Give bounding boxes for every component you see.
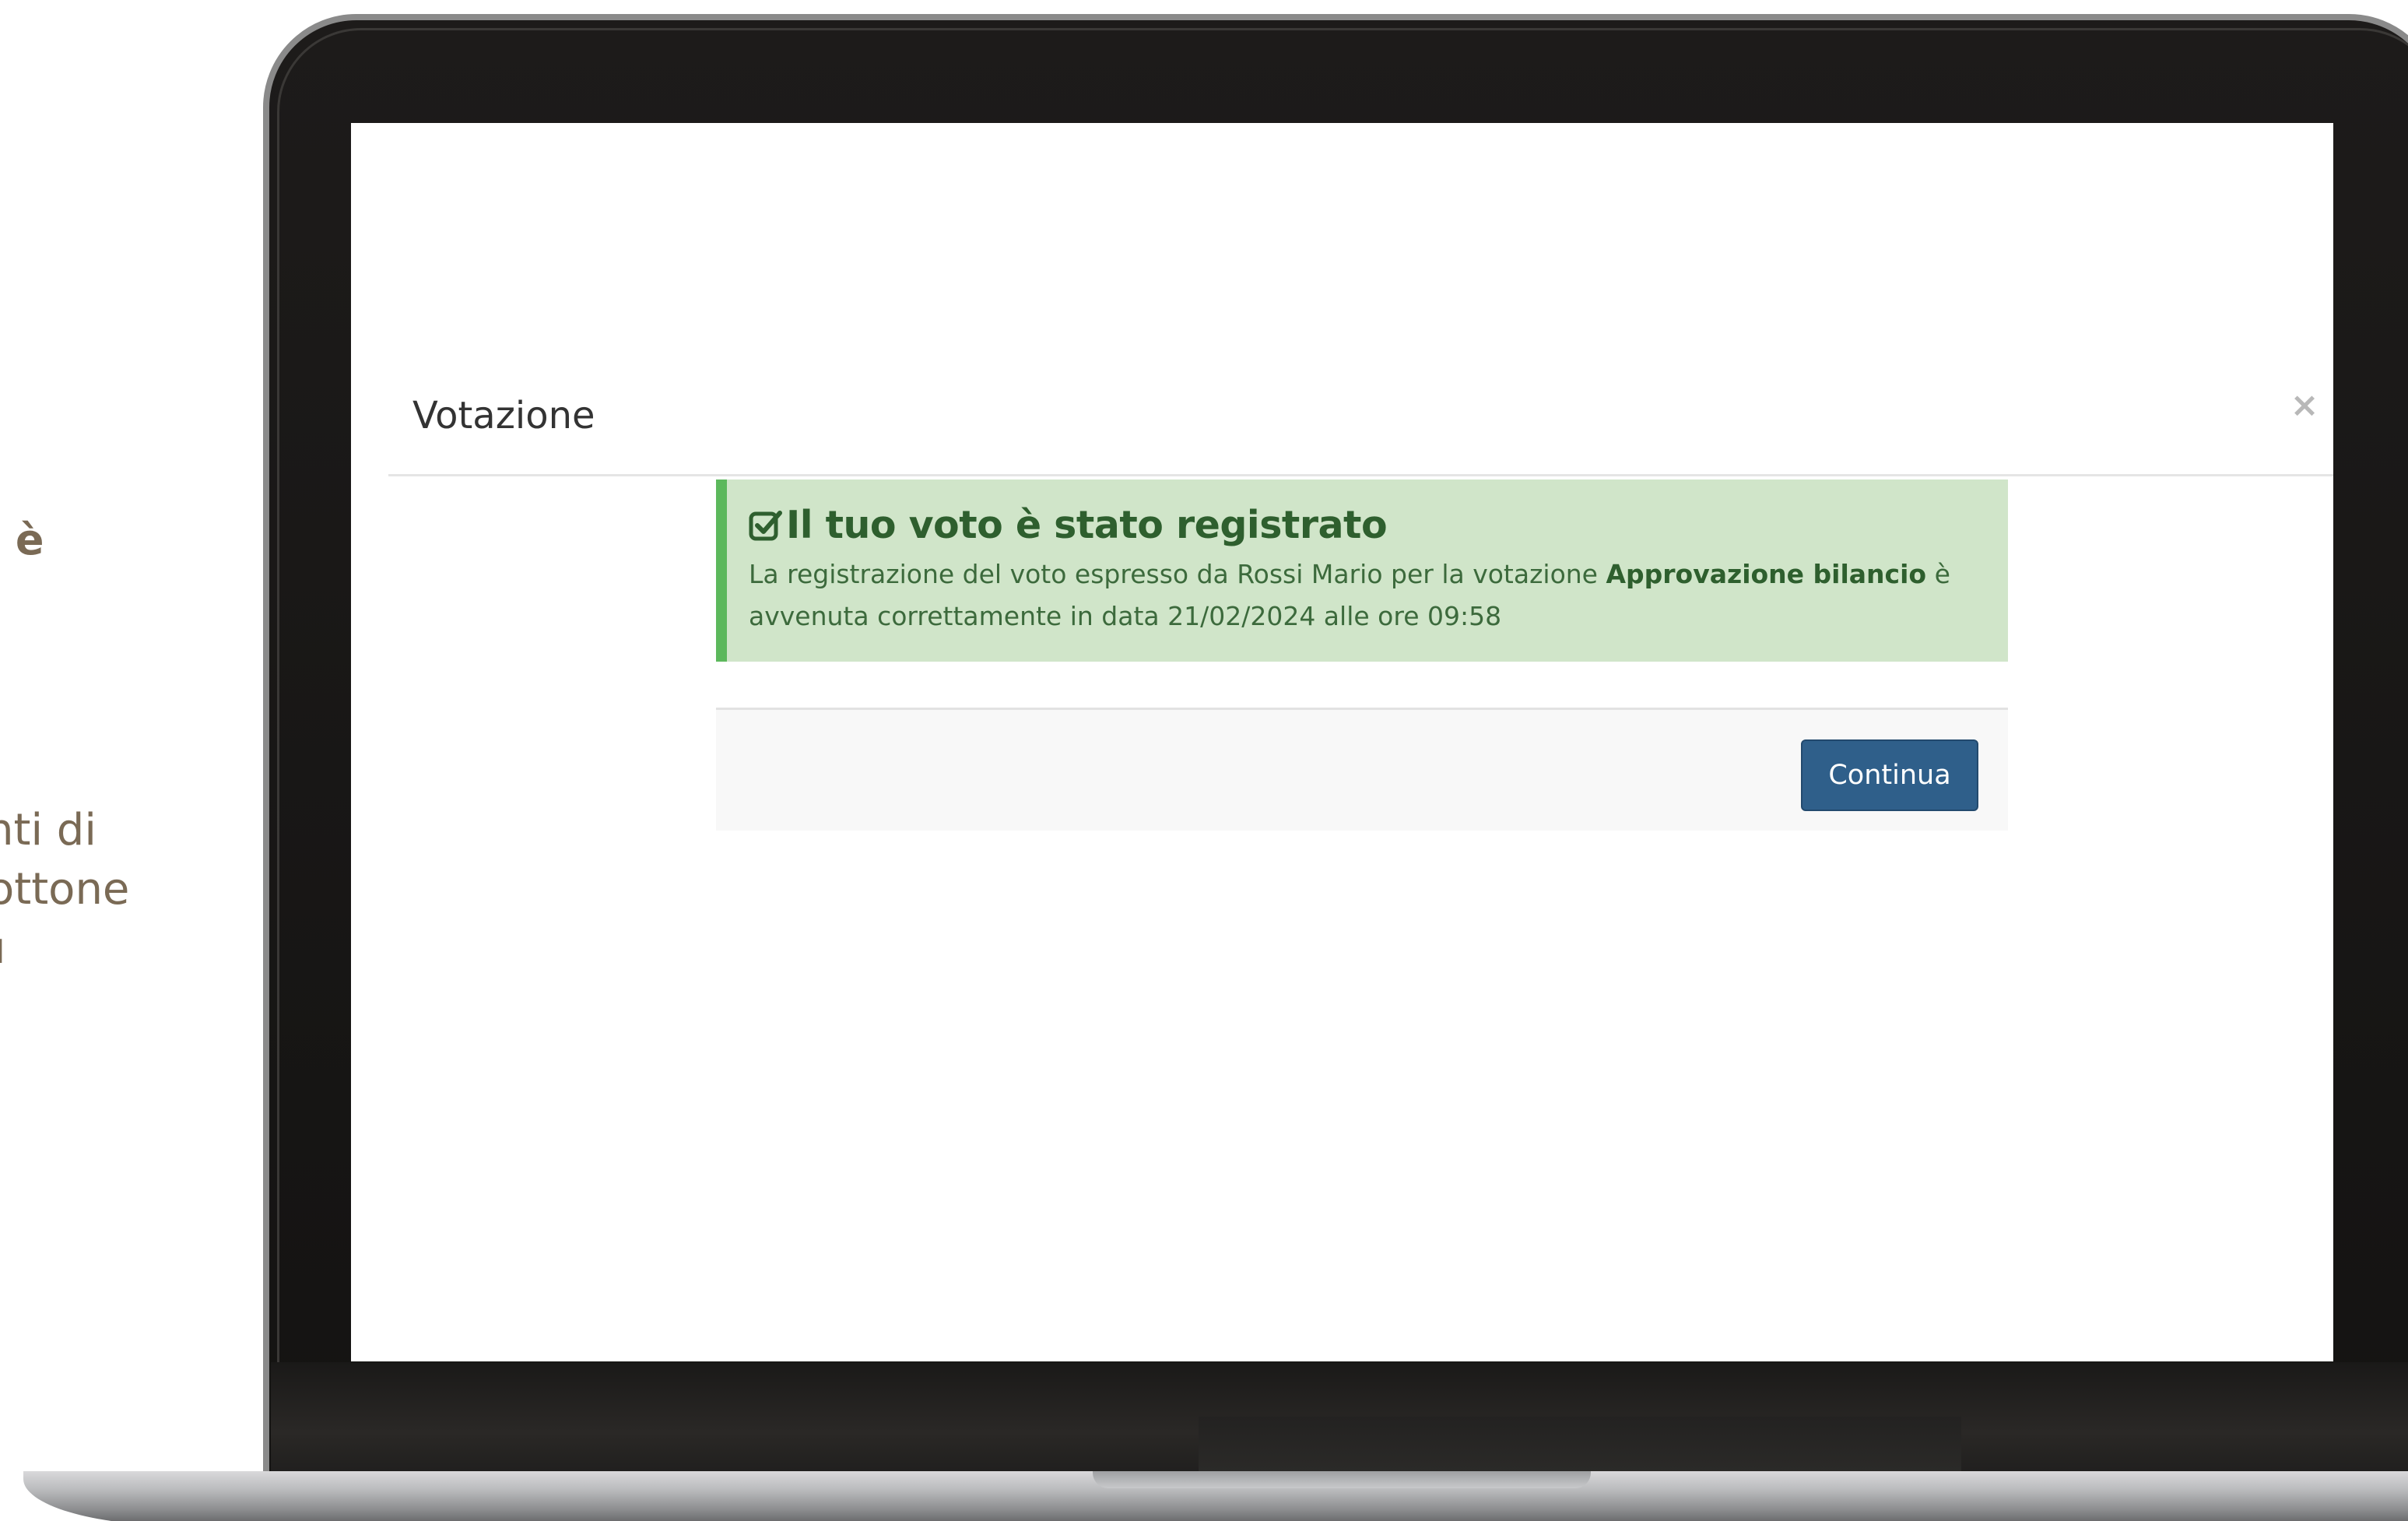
check-square-icon [749, 508, 783, 543]
side-caption-line-2: nti di [0, 805, 97, 855]
success-alert: Il tuo voto è stato registrato La regist… [716, 479, 2008, 662]
laptop-bottom-bezel-highlight [1199, 1417, 1961, 1479]
side-caption-line-1: o è [0, 515, 44, 564]
modal-footer: Continua [716, 708, 2008, 831]
page-root: o è nti di ottone ı Votazione × Il tuo v… [0, 0, 2408, 1521]
alert-message-prefix: La registrazione del voto espresso da Ro… [749, 559, 1606, 589]
alert-heading: Il tuo voto è stato registrato [749, 503, 2008, 547]
laptop-screen: Votazione × Il tuo voto è stato registra… [351, 123, 2333, 1361]
modal-header: Votazione × [388, 372, 2333, 476]
side-caption-line-3: ottone [0, 864, 130, 915]
alert-message: La registrazione del voto espresso da Ro… [749, 553, 1986, 638]
close-icon[interactable]: × [2285, 386, 2324, 425]
alert-heading-text: Il tuo voto è stato registrato [786, 503, 1388, 547]
alert-message-vote-name: Approvazione bilancio [1606, 559, 1927, 589]
side-caption: o è nti di ottone ı [0, 0, 131, 1521]
continue-button[interactable]: Continua [1801, 739, 1978, 811]
side-caption-line-4: ı [0, 923, 6, 974]
modal-title: Votazione [412, 394, 595, 437]
laptop-base-notch [1093, 1471, 1591, 1488]
